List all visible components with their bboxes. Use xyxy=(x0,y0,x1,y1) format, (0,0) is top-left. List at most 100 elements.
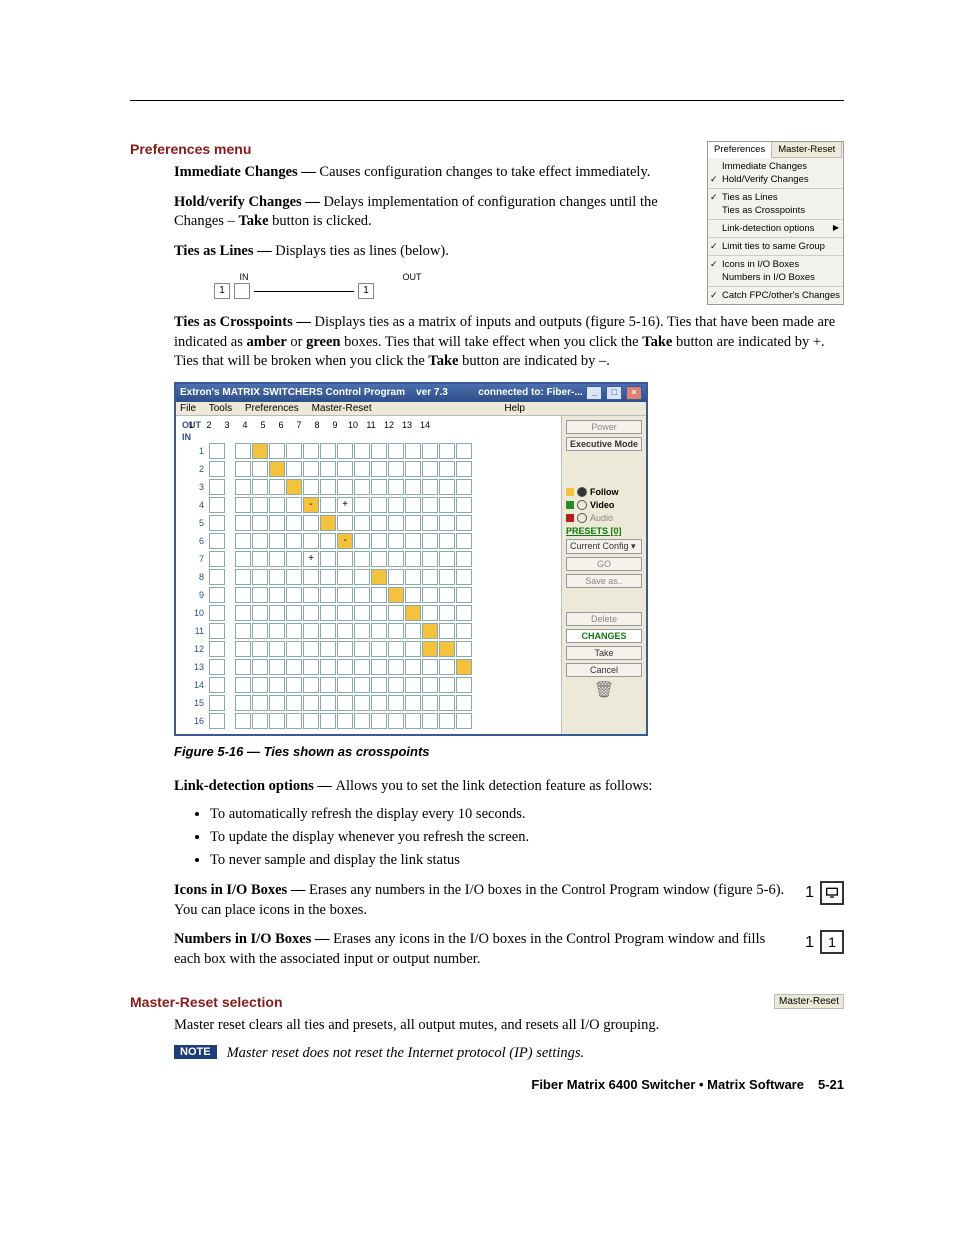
crosspoint-cell[interactable] xyxy=(337,695,353,711)
crosspoint-cell[interactable] xyxy=(320,443,336,459)
crosspoint-cell[interactable] xyxy=(456,515,472,531)
crosspoint-cell[interactable] xyxy=(320,605,336,621)
crosspoint-cell[interactable] xyxy=(422,623,438,639)
crosspoint-cell[interactable] xyxy=(269,641,285,657)
prefs-item[interactable]: Immediate Changes xyxy=(708,160,843,173)
crosspoint-cell[interactable] xyxy=(320,461,336,477)
crosspoint-cell[interactable] xyxy=(354,587,370,603)
crosspoint-cell[interactable] xyxy=(354,659,370,675)
crosspoint-cell[interactable] xyxy=(422,569,438,585)
take-button[interactable]: Take xyxy=(566,646,642,660)
crosspoint-cell[interactable] xyxy=(456,461,472,477)
crosspoint-cell[interactable] xyxy=(388,713,404,729)
crosspoint-cell[interactable] xyxy=(354,497,370,513)
crosspoint-cell[interactable] xyxy=(388,533,404,549)
go-button[interactable]: GO xyxy=(566,557,642,571)
crosspoint-cell[interactable] xyxy=(252,713,268,729)
delete-button[interactable]: Delete xyxy=(566,612,642,626)
crosspoint-cell[interactable] xyxy=(354,569,370,585)
crosspoint-cell[interactable] xyxy=(320,569,336,585)
crosspoint-cell[interactable] xyxy=(286,443,302,459)
crosspoint-cell[interactable] xyxy=(405,605,421,621)
crosspoint-cell[interactable] xyxy=(456,479,472,495)
crosspoint-cell[interactable] xyxy=(456,641,472,657)
crosspoint-cell[interactable] xyxy=(286,623,302,639)
crosspoint-cell[interactable] xyxy=(354,641,370,657)
crosspoint-cell[interactable] xyxy=(371,515,387,531)
crosspoint-cell[interactable] xyxy=(286,713,302,729)
crosspoint-cell[interactable] xyxy=(422,497,438,513)
crosspoint-cell[interactable] xyxy=(388,479,404,495)
crosspoint-cell[interactable] xyxy=(235,587,251,603)
crosspoint-cell[interactable] xyxy=(303,713,319,729)
crosspoint-cell[interactable] xyxy=(252,605,268,621)
crosspoint-cell[interactable] xyxy=(235,623,251,639)
crosspoint-cell[interactable] xyxy=(303,569,319,585)
crosspoint-cell[interactable] xyxy=(422,551,438,567)
crosspoint-cell[interactable] xyxy=(456,659,472,675)
crosspoint-cell[interactable] xyxy=(286,641,302,657)
crosspoint-cell[interactable] xyxy=(235,461,251,477)
crosspoint-cell[interactable] xyxy=(337,479,353,495)
crosspoint-cell[interactable] xyxy=(456,443,472,459)
crosspoint-cell[interactable] xyxy=(456,677,472,693)
crosspoint-cell[interactable] xyxy=(422,659,438,675)
crosspoint-cell[interactable] xyxy=(337,461,353,477)
crosspoint-cell[interactable] xyxy=(320,515,336,531)
crosspoint-cell[interactable] xyxy=(303,695,319,711)
prefs-item[interactable]: Ties as Crosspoints xyxy=(708,204,843,217)
crosspoint-cell[interactable] xyxy=(303,461,319,477)
crosspoint-cell[interactable] xyxy=(439,497,455,513)
crosspoint-cell[interactable] xyxy=(388,605,404,621)
crosspoint-cell[interactable] xyxy=(371,713,387,729)
crosspoint-cell[interactable] xyxy=(269,659,285,675)
cancel-button[interactable]: Cancel xyxy=(566,663,642,677)
crosspoint-cell[interactable] xyxy=(320,497,336,513)
crosspoint-cell[interactable] xyxy=(269,443,285,459)
crosspoint-cell[interactable] xyxy=(320,641,336,657)
crosspoint-cell[interactable] xyxy=(405,479,421,495)
crosspoint-cell[interactable] xyxy=(439,713,455,729)
crosspoint-cell[interactable] xyxy=(286,605,302,621)
crosspoint-cell[interactable] xyxy=(456,533,472,549)
crosspoint-cell[interactable] xyxy=(235,479,251,495)
crosspoint-cell[interactable] xyxy=(269,587,285,603)
crosspoint-cell[interactable] xyxy=(405,587,421,603)
crosspoint-cell[interactable] xyxy=(269,551,285,567)
crosspoint-cell[interactable] xyxy=(337,713,353,729)
close-icon[interactable]: × xyxy=(626,386,642,400)
crosspoint-cell[interactable] xyxy=(456,695,472,711)
crosspoint-cell[interactable] xyxy=(439,479,455,495)
crosspoint-cell[interactable] xyxy=(405,623,421,639)
menu-master-reset[interactable]: Master-Reset xyxy=(312,403,372,414)
crosspoint-cell[interactable] xyxy=(286,515,302,531)
crosspoint-cell[interactable] xyxy=(337,677,353,693)
crosspoint-cell[interactable] xyxy=(303,587,319,603)
prefs-item[interactable]: ✓Hold/Verify Changes xyxy=(708,173,843,186)
crosspoint-cell[interactable] xyxy=(269,677,285,693)
crosspoint-cell[interactable] xyxy=(388,551,404,567)
crosspoint-cell[interactable]: + xyxy=(303,551,319,567)
crosspoint-cell[interactable] xyxy=(235,515,251,531)
crosspoint-cell[interactable] xyxy=(303,677,319,693)
crosspoint-cell[interactable] xyxy=(235,497,251,513)
crosspoint-cell[interactable] xyxy=(439,677,455,693)
crosspoint-cell[interactable] xyxy=(303,605,319,621)
crosspoint-cell[interactable]: - xyxy=(337,533,353,549)
crosspoint-cell[interactable] xyxy=(422,605,438,621)
crosspoint-cell[interactable] xyxy=(235,659,251,675)
crosspoint-cell[interactable] xyxy=(320,551,336,567)
crosspoint-cell[interactable] xyxy=(354,443,370,459)
crosspoint-cell[interactable] xyxy=(439,515,455,531)
current-config-select[interactable]: Current Config ▾ xyxy=(566,539,642,554)
crosspoint-cell[interactable] xyxy=(371,551,387,567)
crosspoint-cell[interactable] xyxy=(235,641,251,657)
crosspoint-cell[interactable] xyxy=(439,605,455,621)
crosspoint-cell[interactable] xyxy=(405,461,421,477)
crosspoint-cell[interactable] xyxy=(422,713,438,729)
crosspoint-cell[interactable] xyxy=(303,641,319,657)
crosspoint-cell[interactable] xyxy=(439,695,455,711)
menu-file[interactable]: File xyxy=(180,403,196,414)
crosspoint-cell[interactable] xyxy=(422,443,438,459)
crosspoint-cell[interactable] xyxy=(320,479,336,495)
